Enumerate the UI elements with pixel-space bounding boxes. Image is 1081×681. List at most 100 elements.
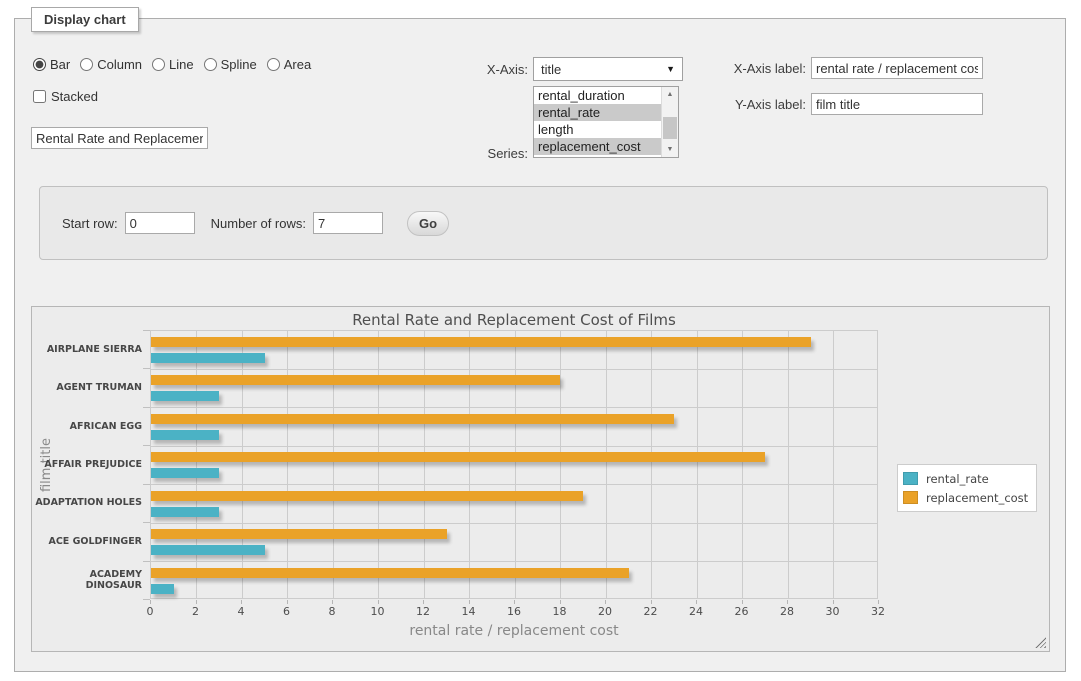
gridline bbox=[151, 561, 877, 562]
go-button[interactable]: Go bbox=[407, 211, 449, 236]
category-label: AFRICAN EGG bbox=[32, 407, 142, 445]
y-tick-mark bbox=[143, 407, 150, 408]
rental_rate-legend-swatch bbox=[903, 472, 918, 485]
num-rows-input[interactable] bbox=[313, 212, 383, 234]
x-tick-mark bbox=[514, 600, 515, 604]
category-label: AIRPLANE SIERRA bbox=[32, 330, 142, 368]
stacked-option[interactable]: Stacked bbox=[33, 89, 98, 104]
start-row-input[interactable] bbox=[125, 212, 195, 234]
x-tick-mark bbox=[878, 600, 879, 604]
y-tick-mark bbox=[143, 561, 150, 562]
x-tick-label: 8 bbox=[312, 605, 352, 618]
category-label: ACE GOLDFINGER bbox=[32, 522, 142, 560]
gridline bbox=[151, 446, 877, 447]
gridline bbox=[151, 523, 877, 524]
x-tick-label: 32 bbox=[858, 605, 898, 618]
panel-legend: Display chart bbox=[31, 7, 139, 32]
series-option-replacement-cost[interactable]: replacement_cost bbox=[534, 138, 661, 155]
x-tick-mark bbox=[469, 600, 470, 604]
bar-radio[interactable] bbox=[33, 58, 46, 71]
chart-type-option-line[interactable]: Line bbox=[152, 57, 194, 72]
stacked-label: Stacked bbox=[51, 89, 98, 104]
x-tick-label: 22 bbox=[631, 605, 671, 618]
gridline bbox=[697, 331, 698, 598]
x-tick-label: 20 bbox=[585, 605, 625, 618]
x-tick-label: 4 bbox=[221, 605, 261, 618]
series-option-rental-duration[interactable]: rental_duration bbox=[534, 87, 661, 104]
line-radio-label: Line bbox=[169, 57, 194, 72]
replacement_cost-bar bbox=[151, 375, 560, 385]
rental_rate-bar bbox=[151, 353, 265, 363]
gridline bbox=[287, 331, 288, 598]
gridline bbox=[560, 331, 561, 598]
plot-area bbox=[150, 330, 878, 599]
gridline bbox=[424, 331, 425, 598]
rental_rate-bar bbox=[151, 545, 265, 555]
replacement_cost-bar bbox=[151, 337, 811, 347]
column-radio-label: Column bbox=[97, 57, 142, 72]
gridline bbox=[151, 369, 877, 370]
x-tick-mark bbox=[605, 600, 606, 604]
y-tick-mark bbox=[143, 368, 150, 369]
replacement_cost-bar bbox=[151, 414, 674, 424]
chart-type-option-bar[interactable]: Bar bbox=[33, 57, 70, 72]
bar-radio-label: Bar bbox=[50, 57, 70, 72]
gridline bbox=[833, 331, 834, 598]
chart-type-option-column[interactable]: Column bbox=[80, 57, 142, 72]
y-tick-mark bbox=[143, 522, 150, 523]
x-tick-mark bbox=[287, 600, 288, 604]
x-tick-label: 26 bbox=[722, 605, 762, 618]
area-radio[interactable] bbox=[267, 58, 280, 71]
x-axis-label-input[interactable] bbox=[811, 57, 983, 79]
y-tick-mark bbox=[143, 599, 150, 600]
x-tick-label: 2 bbox=[176, 605, 216, 618]
scroll-down-icon[interactable]: ▼ bbox=[662, 142, 678, 157]
chart-title-input[interactable] bbox=[31, 127, 208, 149]
gridline bbox=[742, 331, 743, 598]
y-tick-mark bbox=[143, 330, 150, 331]
chart-type-option-area[interactable]: Area bbox=[267, 57, 311, 72]
chart-type-option-spline[interactable]: Spline bbox=[204, 57, 257, 72]
area-radio-label: Area bbox=[284, 57, 311, 72]
replacement_cost-bar bbox=[151, 452, 765, 462]
start-row-label: Start row: bbox=[62, 216, 118, 231]
num-rows-label: Number of rows: bbox=[211, 216, 306, 231]
gridline bbox=[788, 331, 789, 598]
scrollbar-thumb[interactable] bbox=[663, 117, 677, 139]
display-chart-panel: Display chart Bar Column Line Spline Are… bbox=[14, 18, 1066, 672]
x-tick-mark bbox=[651, 600, 652, 604]
gridline bbox=[242, 331, 243, 598]
x-axis-select-label: X-Axis: bbox=[433, 62, 528, 77]
y-tick-mark bbox=[143, 445, 150, 446]
y-tick-mark bbox=[143, 484, 150, 485]
stacked-checkbox[interactable] bbox=[33, 90, 46, 103]
resize-handle-icon[interactable] bbox=[1035, 637, 1046, 648]
line-radio[interactable] bbox=[152, 58, 165, 71]
series-option-rental-rate[interactable]: rental_rate bbox=[534, 104, 661, 121]
gridline bbox=[151, 407, 877, 408]
series-options: rental_duration rental_rate length repla… bbox=[534, 87, 661, 157]
x-tick-label: 12 bbox=[403, 605, 443, 618]
spline-radio[interactable] bbox=[204, 58, 217, 71]
x-tick-label: 24 bbox=[676, 605, 716, 618]
x-tick-mark bbox=[787, 600, 788, 604]
spline-radio-label: Spline bbox=[221, 57, 257, 72]
gridline bbox=[378, 331, 379, 598]
column-radio[interactable] bbox=[80, 58, 93, 71]
x-tick-label: 10 bbox=[358, 605, 398, 618]
chart-type-radio-group: Bar Column Line Spline Area bbox=[33, 57, 311, 72]
legend-item: rental_rate bbox=[903, 469, 1028, 488]
rental_rate-bar bbox=[151, 391, 219, 401]
chart-title: Rental Rate and Replacement Cost of Film… bbox=[150, 311, 878, 329]
y-axis-label-input[interactable] bbox=[811, 93, 983, 115]
x-tick-mark bbox=[560, 600, 561, 604]
x-tick-label: 18 bbox=[540, 605, 580, 618]
category-label: ACADEMY DINOSAUR bbox=[32, 561, 142, 599]
gridline bbox=[469, 331, 470, 598]
chart-x-axis-label: rental rate / replacement cost bbox=[150, 623, 878, 639]
x-tick-label: 30 bbox=[813, 605, 853, 618]
row-controls-box: Start row: Number of rows: Go bbox=[39, 186, 1048, 260]
replacement_cost-bar bbox=[151, 529, 447, 539]
replacement_cost-bar bbox=[151, 491, 583, 501]
series-option-length[interactable]: length bbox=[534, 121, 661, 138]
